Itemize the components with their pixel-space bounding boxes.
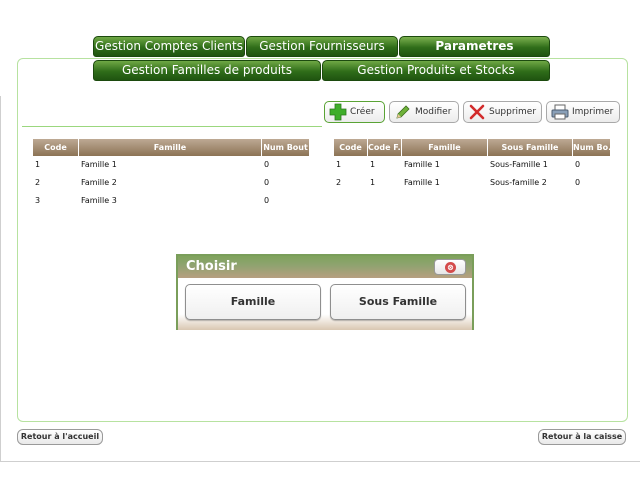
- printer-icon: [551, 103, 569, 121]
- table-cell: 3: [35, 196, 41, 205]
- familles-table-header: Code Famille Num Bout: [33, 139, 309, 156]
- sous-famille-choice-button[interactable]: Sous Famille: [330, 284, 466, 320]
- column-header[interactable]: Sous Famille: [488, 139, 573, 156]
- retour-accueil-button[interactable]: Retour à l'accueil: [17, 429, 103, 445]
- modifier-label: Modifier: [415, 107, 452, 117]
- table-cell: 1: [336, 160, 342, 169]
- table-cell: 0: [264, 178, 270, 187]
- imprimer-button[interactable]: Imprimer: [546, 101, 620, 123]
- pencil-icon: [394, 103, 412, 121]
- table-row[interactable]: 2 1 Famille 1 Sous-famille 2 0: [334, 174, 610, 192]
- choisir-dialog: Choisir ⊗ Famille Sous Famille: [176, 254, 474, 330]
- table-cell: 2: [35, 178, 41, 187]
- creer-button[interactable]: Créer: [324, 101, 385, 123]
- plus-icon: [329, 103, 347, 121]
- table-cell: Famille 3: [81, 196, 117, 205]
- table-cell: 0: [264, 196, 270, 205]
- tab-parametres[interactable]: Parametres: [399, 36, 550, 57]
- table-cell: Sous-famille 2: [490, 178, 547, 187]
- table-cell: 0: [575, 160, 581, 169]
- table-cell: Famille 1: [404, 160, 440, 169]
- table-cell: Famille 1: [404, 178, 440, 187]
- tab-gestion-familles-produits[interactable]: Gestion Familles de produits: [93, 60, 321, 81]
- delete-x-icon: [468, 103, 486, 121]
- column-header[interactable]: Num Bout: [262, 139, 309, 156]
- creer-label: Créer: [350, 107, 375, 117]
- column-header[interactable]: Famille: [402, 139, 488, 156]
- column-header[interactable]: Num Bo...: [573, 139, 610, 156]
- table-row[interactable]: 2 Famille 2 0: [33, 174, 309, 192]
- dialog-body: Famille Sous Famille: [178, 278, 472, 330]
- tab-gestion-fournisseurs[interactable]: Gestion Fournisseurs: [246, 36, 398, 57]
- table-cell: Sous-Famille 1: [490, 160, 548, 169]
- table-cell: 0: [575, 178, 581, 187]
- table-cell: 2: [336, 178, 342, 187]
- table-cell: 1: [35, 160, 41, 169]
- table-cell: 1: [370, 178, 376, 187]
- supprimer-label: Supprimer: [489, 107, 537, 117]
- column-header[interactable]: Code F...: [368, 139, 402, 156]
- dialog-title: Choisir: [186, 259, 237, 274]
- column-header[interactable]: Famille: [79, 139, 262, 156]
- table-row[interactable]: 3 Famille 3 0: [33, 192, 309, 210]
- table-row[interactable]: 1 1 Famille 1 Sous-Famille 1 0: [334, 156, 610, 174]
- close-icon: ⊗: [445, 262, 456, 273]
- tab-gestion-comptes-clients[interactable]: Gestion Comptes Clients: [93, 36, 245, 57]
- tab-gestion-produits-stocks[interactable]: Gestion Produits et Stocks: [322, 60, 550, 81]
- modifier-button[interactable]: Modifier: [389, 101, 459, 123]
- retour-caisse-button[interactable]: Retour à la caisse: [538, 429, 626, 445]
- dialog-close-button[interactable]: ⊗: [434, 259, 466, 275]
- table-cell: Famille 2: [81, 178, 117, 187]
- app-window: Gestion Comptes Clients Gestion Fourniss…: [0, 0, 640, 480]
- sousfamilles-table-header: Code Code F... Famille Sous Famille Num …: [334, 139, 610, 156]
- window-bottom-border: [0, 461, 640, 462]
- table-cell: 0: [264, 160, 270, 169]
- famille-choice-button[interactable]: Famille: [185, 284, 321, 320]
- dialog-titlebar: Choisir ⊗: [178, 256, 472, 278]
- section-divider: [22, 126, 322, 127]
- imprimer-label: Imprimer: [572, 107, 614, 117]
- window-left-border: [0, 96, 1, 462]
- table-cell: Famille 1: [81, 160, 117, 169]
- column-header[interactable]: Code: [334, 139, 368, 156]
- column-header[interactable]: Code: [33, 139, 79, 156]
- table-row[interactable]: 1 Famille 1 0: [33, 156, 309, 174]
- table-cell: 1: [370, 160, 376, 169]
- supprimer-button[interactable]: Supprimer: [463, 101, 542, 123]
